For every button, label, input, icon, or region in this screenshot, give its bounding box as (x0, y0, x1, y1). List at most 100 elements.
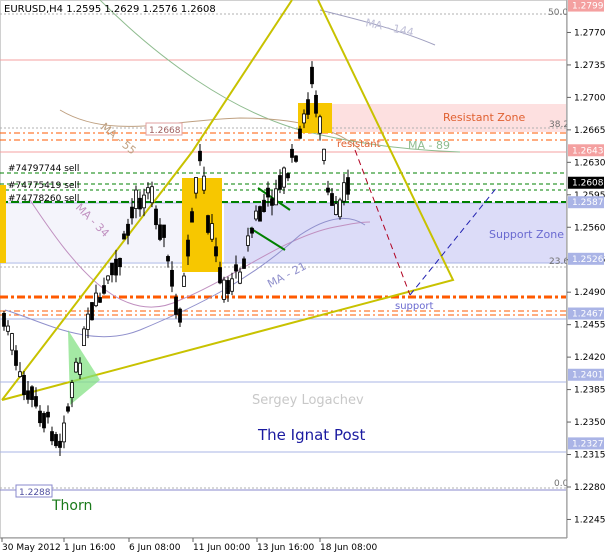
author-label: Sergey Logachev (252, 393, 364, 408)
candle-body (134, 189, 138, 209)
candle-body (254, 210, 258, 220)
chart-window: #74797744 sell #74775419 sell #74778260 … (0, 0, 605, 555)
order-label-1[interactable]: #74797744 sell (8, 164, 79, 174)
candle-body (342, 182, 346, 202)
candle-body (226, 280, 230, 294)
current-price-label: 1.2608 (572, 179, 604, 189)
candle-body (322, 148, 326, 161)
candle-body (14, 350, 18, 366)
candle-body (34, 396, 38, 407)
candle-body (126, 223, 130, 236)
candle-body (46, 411, 50, 418)
time-label-4: 13 Jun 16:00 (257, 543, 314, 553)
candle-body (10, 333, 14, 351)
candle-body (282, 167, 286, 188)
ma-89-label: MA - 89 (408, 139, 450, 152)
candle-body (318, 116, 322, 134)
candle-body (202, 175, 206, 191)
candle-body (330, 193, 334, 206)
candle-body (182, 275, 186, 287)
candle-body (154, 208, 158, 226)
candle-body (314, 94, 318, 114)
candle-body (62, 422, 66, 443)
candle-body (2, 312, 6, 327)
candle-body (290, 148, 294, 158)
level-tag-3: 1.2526 (572, 255, 604, 265)
fibo-23-label: 23.6 (549, 257, 569, 267)
candle-body (326, 187, 330, 193)
candle-body (122, 233, 126, 240)
candle-body (214, 246, 218, 257)
fibo-38-label: 38.2 (549, 120, 569, 130)
chart-header: EURUSD,H4 1.2595 1.2629 1.2576 1.2608 (4, 4, 216, 15)
candle-body (210, 223, 214, 240)
candle-body (138, 197, 142, 210)
candle-body (258, 206, 262, 222)
order-label-2[interactable]: #74775419 sell (8, 181, 79, 191)
price-tick-10: 1.2420 (574, 353, 605, 363)
candle-body (346, 177, 350, 195)
price-tick-11: 1.2385 (574, 386, 605, 396)
left-marker (0, 185, 6, 263)
time-axis[interactable]: 30 May 2012 1 Jun 16:00 6 Jun 08:00 11 Jun … (0, 537, 567, 553)
price-tick-14: 1.2280 (574, 483, 605, 493)
candle-body (170, 269, 174, 287)
candle-body (146, 187, 150, 194)
candle-body (234, 264, 238, 272)
price-tick-6: 1.2560 (574, 223, 605, 233)
resistant-zone-label: Resistant Zone (443, 111, 526, 124)
candle-body (190, 211, 194, 223)
candle-body (310, 66, 314, 85)
candle-body (78, 362, 82, 375)
candle-body (222, 279, 226, 300)
candle-body (58, 440, 62, 448)
price-tick-3: 1.2665 (574, 126, 605, 136)
fibo-50-label: 50.0 (548, 8, 568, 18)
price-chart[interactable]: #74797744 sell #74775419 sell #74778260 … (0, 0, 605, 555)
candle-body (158, 224, 162, 240)
candle-body (266, 187, 270, 198)
candle-body (82, 328, 86, 346)
candle-body (194, 177, 198, 194)
candle-body (30, 386, 34, 400)
candle-body (26, 390, 30, 400)
ma-21-label: MA - 21 (265, 259, 308, 290)
level-tag-1: 1.2643 (572, 146, 604, 156)
candle-body (106, 275, 110, 281)
candle-body (286, 173, 290, 179)
level-tag-4: 1.2467 (572, 310, 604, 320)
candle-body (178, 308, 182, 323)
candle-body (294, 155, 298, 162)
time-label-5: 18 Jun 08:00 (320, 543, 377, 553)
level-tag-6: 1.2327 (572, 439, 604, 449)
time-label-2: 6 Jun 08:00 (129, 543, 181, 553)
resistant-label: resistant (337, 139, 381, 150)
candle-body (174, 296, 178, 315)
ma-144-label: MA - 144 (364, 16, 415, 39)
candle-body (278, 175, 282, 190)
candle-body (54, 434, 58, 447)
symbol-timeframe: EURUSD,H4 (4, 4, 64, 15)
candle-body (274, 188, 278, 206)
time-label-1: 1 Jun 16:00 (64, 543, 116, 553)
candle-body (50, 431, 54, 442)
candle-body (118, 257, 122, 268)
price-tick-9: 1.2455 (574, 321, 605, 331)
candle-body (198, 150, 202, 162)
candle-body (86, 313, 90, 330)
thorn-label: Thorn (51, 498, 92, 514)
candle-body (206, 215, 210, 233)
candle-body (242, 258, 246, 269)
candle-body (238, 271, 242, 284)
support-label: support (395, 301, 433, 312)
price-label-2668: 1.2668 (149, 126, 181, 136)
publisher-label: The Ignat Post (257, 426, 365, 444)
order-label-3[interactable]: #74778260 sell (8, 194, 79, 204)
candle-body (142, 194, 146, 209)
price-tick-2: 1.2700 (574, 93, 605, 103)
price-label-2288: 1.2288 (19, 488, 51, 498)
price-axis[interactable]: 1.27701.27351.27001.26651.26301.25951.25… (566, 0, 605, 538)
candle-body (298, 128, 302, 139)
price-tick-4: 1.2630 (574, 158, 605, 168)
level-tag-0: 1.2799 (572, 2, 604, 12)
